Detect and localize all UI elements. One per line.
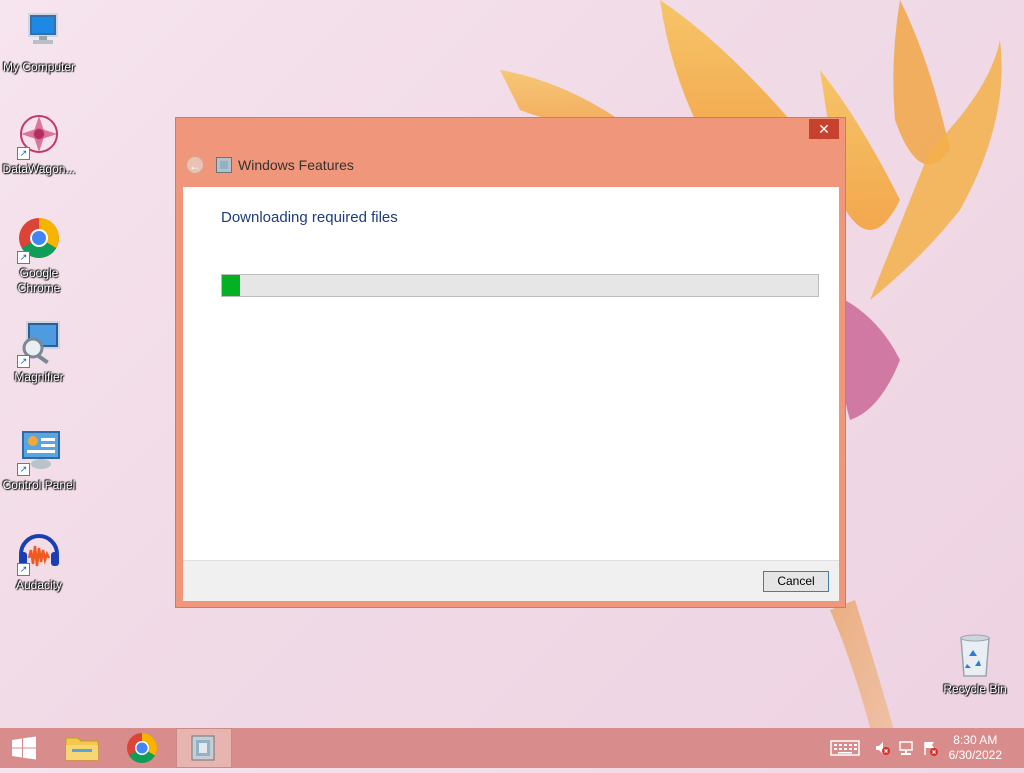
dialog-footer: Cancel <box>183 560 839 601</box>
control-panel-icon: ↗ <box>15 428 63 476</box>
desktop-icon-label: Recycle Bin <box>943 682 1007 696</box>
dialog-title: Windows Features <box>238 157 354 173</box>
cancel-button[interactable]: Cancel <box>763 571 829 592</box>
shortcut-arrow-icon: ↗ <box>17 251 30 264</box>
shortcut-arrow-icon: ↗ <box>17 355 30 368</box>
desktop-icon-google-chrome[interactable]: ↗ Google Chrome <box>0 216 79 296</box>
download-progress-bar <box>221 274 819 297</box>
volume-muted-icon[interactable] <box>874 740 890 756</box>
chrome-icon <box>127 733 158 764</box>
desktop-icon-control-panel[interactable]: ↗ Control Panel <box>0 428 79 493</box>
clock-date: 6/30/2022 <box>948 748 1002 762</box>
progress-fill <box>222 275 240 296</box>
recycle-bin-icon <box>951 632 999 680</box>
magnifier-icon: ↗ <box>15 320 63 368</box>
audacity-icon: ↗ <box>15 528 63 576</box>
taskbar-file-explorer[interactable] <box>60 728 104 768</box>
keyboard-icon[interactable] <box>830 740 860 756</box>
desktop-icon-label: My Computer <box>2 60 76 74</box>
windows-logo-icon <box>12 736 36 760</box>
desktop-icon-recycle-bin[interactable]: Recycle Bin <box>935 632 1015 697</box>
desktop-icon-label: Audacity <box>15 578 63 592</box>
dialog-header: ← Windows Features <box>186 156 354 174</box>
taskbar-windows-features[interactable] <box>176 728 232 768</box>
chrome-icon: ↗ <box>15 216 63 264</box>
back-arrow-icon[interactable]: ← <box>186 156 204 174</box>
desktop-icon-label: Google Chrome <box>17 266 61 295</box>
computer-icon <box>15 10 63 58</box>
status-heading: Downloading required files <box>221 209 398 226</box>
dialog-content: Downloading required files <box>183 187 839 560</box>
windows-features-dialog: ✕ ← Windows Features Downloading require… <box>175 117 846 608</box>
taskbar: 8:30 AM 6/30/2022 <box>0 728 1024 768</box>
shortcut-arrow-icon: ↗ <box>17 147 30 160</box>
close-button[interactable]: ✕ <box>809 119 839 139</box>
desktop-icon-my-computer[interactable]: My Computer <box>0 10 79 75</box>
clock[interactable]: 8:30 AM 6/30/2022 <box>949 733 1002 763</box>
desktop-icon-label: Control Panel <box>2 478 76 492</box>
datawagon-icon: ↗ <box>15 112 63 160</box>
network-icon[interactable] <box>898 740 914 756</box>
folder-icon <box>65 737 99 761</box>
desktop-icon-label: DataWagon... <box>2 162 76 176</box>
windows-features-icon <box>191 735 215 761</box>
taskbar-google-chrome[interactable] <box>120 728 164 768</box>
desktop-icon-datawagon[interactable]: ↗ DataWagon... <box>0 112 79 177</box>
action-center-flag-icon[interactable] <box>922 740 938 756</box>
windows-features-icon <box>216 157 232 173</box>
desktop-icon-label: Magnifier <box>14 370 64 384</box>
desktop-icon-magnifier[interactable]: ↗ Magnifier <box>0 320 79 385</box>
clock-time: 8:30 AM <box>953 733 998 747</box>
desktop-icon-audacity[interactable]: ↗ Audacity <box>0 528 79 593</box>
shortcut-arrow-icon: ↗ <box>17 463 30 476</box>
start-button[interactable] <box>0 728 48 768</box>
shortcut-arrow-icon: ↗ <box>17 563 30 576</box>
